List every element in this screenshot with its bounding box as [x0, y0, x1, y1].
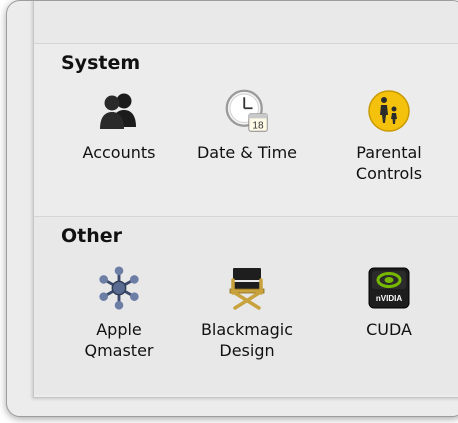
section-title-other: Other: [61, 225, 123, 247]
pane-label-blackmagic-design: Blackmagic Design: [200, 320, 294, 360]
section-title-system: System: [61, 52, 141, 74]
qmaster-icon: [96, 265, 142, 311]
pane-label-apple-qmaster: Apple Qmaster: [84, 320, 154, 360]
system-section: System Accounts 18 Date & Time Parental …: [34, 44, 458, 217]
accounts-icon: [96, 88, 142, 134]
pane-apple-qmaster[interactable]: Apple Qmaster: [54, 265, 184, 361]
date-time-icon: 18: [224, 88, 270, 134]
pane-date-time[interactable]: 18 Date & Time: [182, 88, 312, 163]
pane-label-accounts: Accounts: [82, 143, 156, 162]
parental-controls-icon: [366, 88, 412, 134]
system-preferences-window: System Accounts 18 Date & Time Parental …: [6, 0, 458, 417]
top-band: [34, 1, 458, 44]
pane-label-parental-controls: Parental Controls: [355, 143, 423, 183]
cuda-brand-text: nVIDIA: [376, 294, 402, 303]
pane-accounts[interactable]: Accounts: [54, 88, 184, 163]
pane-label-date-time: Date & Time: [196, 143, 298, 162]
pane-blackmagic-design[interactable]: Blackmagic Design: [182, 265, 312, 361]
preferences-content: System Accounts 18 Date & Time Parental …: [33, 1, 458, 398]
cuda-icon: nVIDIA: [366, 265, 412, 311]
pane-parental-controls[interactable]: Parental Controls: [324, 88, 454, 184]
other-section: Other Apple Qmaster Blackmagic Design nV…: [34, 217, 458, 395]
pane-cuda[interactable]: nVIDIA CUDA: [324, 265, 454, 340]
blackmagic-design-icon: [224, 265, 270, 311]
calendar-day-number: 18: [252, 120, 264, 131]
pane-label-cuda: CUDA: [366, 320, 412, 339]
